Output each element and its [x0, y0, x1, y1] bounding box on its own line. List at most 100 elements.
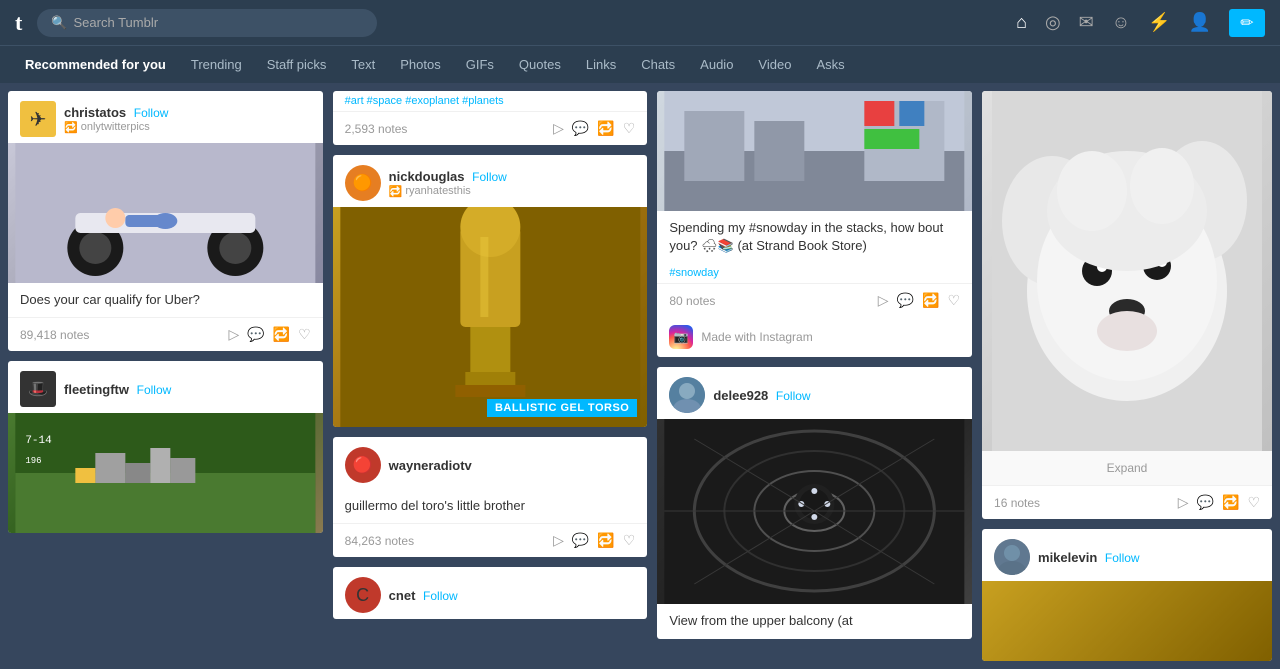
oscar-image: [333, 207, 648, 427]
subnav-trending[interactable]: Trending: [181, 51, 252, 78]
card-footer: 80 notes ▷ 💬 🔁 ♡: [657, 283, 972, 317]
user-info: cnet Follow: [389, 588, 458, 603]
person-icon[interactable]: 👤: [1189, 12, 1211, 33]
user-info: delee928 Follow: [713, 388, 810, 403]
dog-card: Expand 16 notes ▷ 💬 🔁 ♡: [982, 91, 1272, 519]
like-icon[interactable]: ♡: [623, 532, 636, 549]
comment-icon[interactable]: 💬: [572, 532, 589, 549]
column-4: Expand 16 notes ▷ 💬 🔁 ♡: [982, 91, 1272, 661]
follow-button[interactable]: Follow: [137, 383, 172, 397]
reblog-icon: 🔁: [389, 185, 403, 198]
share-icon[interactable]: ▷: [878, 292, 889, 309]
username: delee928: [713, 388, 768, 403]
reblog-icon[interactable]: 🔁: [1222, 494, 1239, 511]
reblog-icon[interactable]: 🔁: [597, 120, 614, 137]
username-row: delee928 Follow: [713, 388, 810, 403]
avatar: [994, 539, 1030, 575]
delee928-card: delee928 Follow: [657, 367, 972, 638]
like-icon[interactable]: ♡: [298, 326, 311, 343]
minecraft-svg: 7-14 196: [8, 413, 323, 533]
smiley-icon[interactable]: ☺: [1112, 12, 1130, 33]
subnav-quotes[interactable]: Quotes: [509, 51, 571, 78]
like-icon[interactable]: ♡: [1247, 494, 1260, 511]
share-icon[interactable]: ▷: [1178, 494, 1189, 511]
subnav-audio[interactable]: Audio: [690, 51, 743, 78]
header-icons: ⌂ ◎ ✉ ☺ ⚡ 👤 ✏: [1016, 9, 1265, 37]
subnav-chats[interactable]: Chats: [631, 51, 685, 78]
card-text: Does your car qualify for Uber?: [8, 283, 323, 317]
car-svg: [8, 143, 323, 283]
stadium-image: [657, 419, 972, 604]
avatar: C: [345, 577, 381, 613]
oscar-svg: [333, 207, 648, 427]
notes-count: 80 notes: [669, 294, 869, 308]
reblog-icon[interactable]: 🔁: [597, 532, 614, 549]
notes-count: 2,593 notes: [345, 122, 545, 136]
instagram-icon: 📷: [669, 325, 693, 349]
logo[interactable]: t: [15, 10, 22, 36]
subnav-gifs[interactable]: GIFs: [456, 51, 504, 78]
share-icon[interactable]: ▷: [228, 326, 239, 343]
user-info: wayneradiotv: [389, 458, 472, 473]
minecraft-image: 7-14 196: [8, 413, 323, 533]
home-icon[interactable]: ⌂: [1016, 12, 1027, 33]
svg-text:7-14: 7-14: [25, 435, 52, 447]
christatos-card: ✈ christatos Follow 🔁 onlytwitterpics: [8, 91, 323, 351]
header: t 🔍 ⌂ ◎ ✉ ☺ ⚡ 👤 ✏: [0, 0, 1280, 45]
username: cnet: [389, 588, 416, 603]
subnav-recommended[interactable]: Recommended for you: [15, 51, 176, 78]
main-content: ✈ christatos Follow 🔁 onlytwitterpics: [0, 83, 1280, 669]
reblog-icon[interactable]: 🔁: [273, 326, 290, 343]
dog-image: [982, 91, 1272, 451]
username: wayneradiotv: [389, 458, 472, 473]
username-row: nickdouglas Follow: [389, 169, 507, 184]
subnav: Recommended for you Trending Staff picks…: [0, 45, 1280, 83]
lightning-icon[interactable]: ⚡: [1148, 12, 1170, 33]
subnav-asks[interactable]: Asks: [806, 51, 854, 78]
card-footer: 89,418 notes ▷ 💬 🔁 ♡: [8, 317, 323, 351]
comment-icon[interactable]: 💬: [572, 120, 589, 137]
compose-button[interactable]: ✏: [1229, 9, 1265, 37]
snowday-svg: [657, 91, 972, 211]
comment-icon[interactable]: 💬: [897, 292, 914, 309]
user-info: christatos Follow 🔁 onlytwitterpics: [64, 105, 168, 134]
explore-icon[interactable]: ◎: [1045, 12, 1061, 33]
like-icon[interactable]: ♡: [947, 292, 960, 309]
card-header: C cnet Follow: [333, 567, 648, 619]
space-card: #art #space #exoplanet #planets 2,593 no…: [333, 91, 648, 145]
avatar: 🟠: [345, 165, 381, 201]
username-row: wayneradiotv: [389, 458, 472, 473]
follow-button[interactable]: Follow: [423, 589, 458, 603]
mikelevin-image: [982, 581, 1272, 661]
column-2: #art #space #exoplanet #planets 2,593 no…: [333, 91, 648, 661]
search-bar[interactable]: 🔍: [37, 9, 377, 37]
expand-button[interactable]: Expand: [982, 451, 1272, 485]
card-text: Spending my #snowday in the stacks, how …: [657, 211, 972, 263]
card-image: [8, 143, 323, 283]
follow-button[interactable]: Follow: [472, 170, 507, 184]
comment-icon[interactable]: 💬: [1197, 494, 1214, 511]
reblog-icon[interactable]: 🔁: [922, 292, 939, 309]
notes-count: 84,263 notes: [345, 534, 545, 548]
subnav-photos[interactable]: Photos: [390, 51, 450, 78]
subnav-links[interactable]: Links: [576, 51, 626, 78]
fleetingftw-card: 🎩 fleetingftw Follow: [8, 361, 323, 533]
like-icon[interactable]: ♡: [623, 120, 636, 137]
subnav-staff-picks[interactable]: Staff picks: [257, 51, 337, 78]
subnav-video[interactable]: Video: [748, 51, 801, 78]
username: christatos: [64, 105, 126, 120]
share-icon[interactable]: ▷: [553, 120, 564, 137]
follow-button[interactable]: Follow: [776, 389, 811, 403]
subnav-text[interactable]: Text: [341, 51, 385, 78]
notes-count: 89,418 notes: [20, 328, 220, 342]
username-row: fleetingftw Follow: [64, 382, 171, 397]
follow-button[interactable]: Follow: [1105, 551, 1140, 565]
follow-button[interactable]: Follow: [134, 106, 169, 120]
username-row: cnet Follow: [389, 588, 458, 603]
mail-icon[interactable]: ✉: [1079, 12, 1094, 33]
user-info: mikelevin Follow: [1038, 550, 1140, 565]
search-input[interactable]: [74, 15, 364, 30]
comment-icon[interactable]: 💬: [247, 326, 264, 343]
card-header: 🎩 fleetingftw Follow: [8, 361, 323, 413]
share-icon[interactable]: ▷: [553, 532, 564, 549]
